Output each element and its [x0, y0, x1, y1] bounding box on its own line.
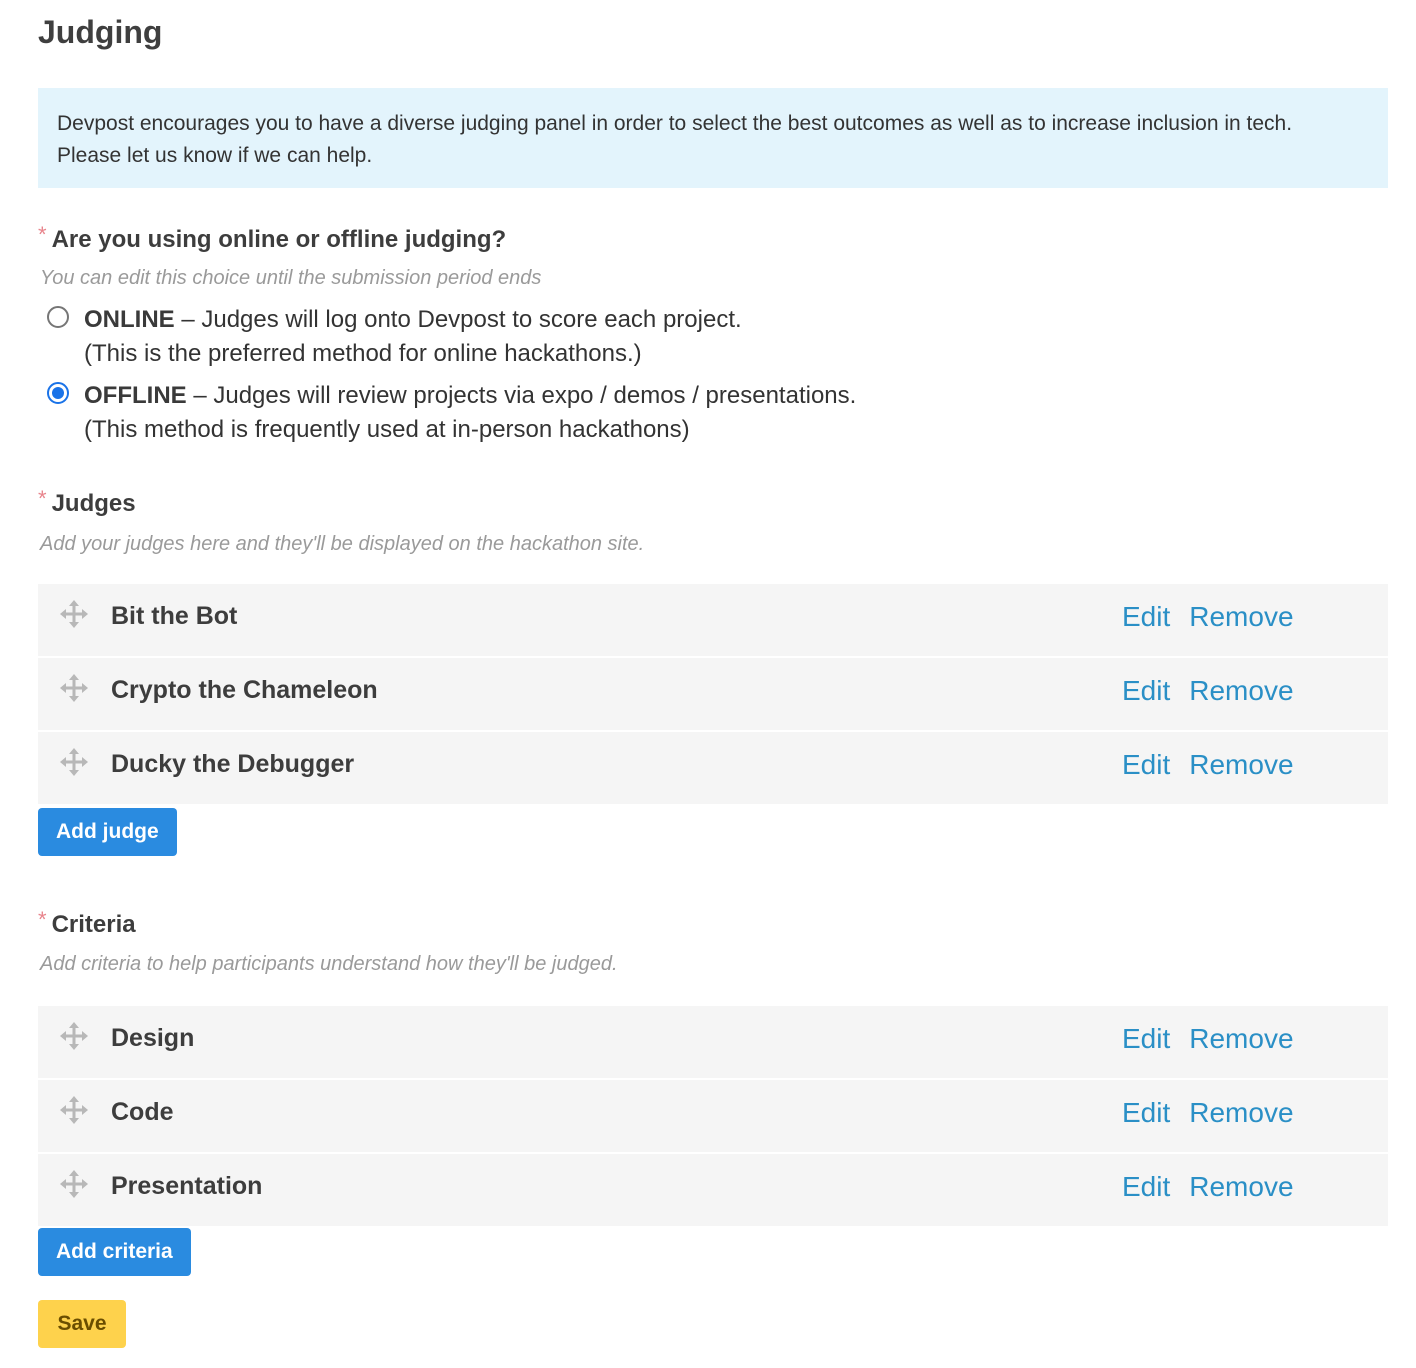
- edit-judge-link[interactable]: Edit: [1122, 675, 1170, 707]
- diversity-info-box: Devpost encourages you to have a diverse…: [38, 88, 1388, 188]
- add-criteria-button[interactable]: Add criteria: [38, 1228, 191, 1276]
- online-radio-button[interactable]: [47, 306, 69, 328]
- edit-criteria-link[interactable]: Edit: [1122, 1097, 1170, 1129]
- offline-option-desc: – Judges will review projects via expo /…: [186, 382, 857, 409]
- criteria-row: Code Edit Remove: [38, 1080, 1388, 1154]
- judge-name: Bit the Bot: [111, 602, 238, 630]
- info-text-line-2: Please let us know if we can help.: [57, 144, 373, 167]
- judge-row: Bit the Bot Edit Remove: [38, 584, 1388, 658]
- criteria-row: Presentation Edit Remove: [38, 1154, 1388, 1228]
- judge-row: Ducky the Debugger Edit Remove: [38, 732, 1388, 806]
- offline-option-name: OFFLINE: [84, 382, 187, 409]
- required-asterisk: *: [38, 907, 47, 932]
- judging-mode-hint: You can edit this choice until the submi…: [40, 267, 542, 289]
- edit-judge-link[interactable]: Edit: [1122, 749, 1170, 781]
- criteria-heading: Criteria: [51, 911, 136, 938]
- remove-judge-link[interactable]: Remove: [1189, 749, 1293, 781]
- judging-mode-label: * Are you using online or offline judgin…: [38, 222, 507, 254]
- judge-row: Crypto the Chameleon Edit Remove: [38, 658, 1388, 732]
- move-arrows-icon[interactable]: [60, 1170, 88, 1198]
- edit-criteria-link[interactable]: Edit: [1122, 1023, 1170, 1055]
- judges-heading: Judges: [51, 490, 136, 517]
- offline-radio-button[interactable]: [47, 382, 69, 404]
- remove-judge-link[interactable]: Remove: [1189, 675, 1293, 707]
- remove-criteria-link[interactable]: Remove: [1189, 1023, 1293, 1055]
- offline-option-note: (This method is frequently used at in-pe…: [84, 416, 690, 443]
- criteria-row: Design Edit Remove: [38, 1006, 1388, 1080]
- criteria-label: * Criteria: [38, 907, 136, 939]
- radio-option-offline[interactable]: OFFLINE – Judges will review projects vi…: [47, 379, 856, 447]
- judge-name: Crypto the Chameleon: [111, 676, 378, 704]
- edit-judge-link[interactable]: Edit: [1122, 601, 1170, 633]
- criteria-list: Design Edit Remove Code Edit Remove Presen…: [38, 1006, 1388, 1228]
- move-arrows-icon[interactable]: [60, 748, 88, 776]
- criteria-hint: Add criteria to help participants unders…: [40, 953, 618, 975]
- radio-option-online[interactable]: ONLINE – Judges will log onto Devpost to…: [47, 303, 742, 371]
- judging-mode-question: Are you using online or offline judging?: [51, 226, 507, 253]
- judges-list: Bit the Bot Edit Remove Crypto the Chamel…: [38, 584, 1388, 806]
- move-arrows-icon[interactable]: [60, 1096, 88, 1124]
- judges-label: * Judges: [38, 486, 136, 518]
- online-option-note: (This is the preferred method for online…: [84, 340, 642, 367]
- required-asterisk: *: [38, 486, 47, 511]
- remove-judge-link[interactable]: Remove: [1189, 601, 1293, 633]
- remove-criteria-link[interactable]: Remove: [1189, 1171, 1293, 1203]
- online-option-text: ONLINE – Judges will log onto Devpost to…: [84, 303, 742, 371]
- offline-option-text: OFFLINE – Judges will review projects vi…: [84, 379, 856, 447]
- page-title: Judging: [38, 14, 163, 50]
- add-judge-button[interactable]: Add judge: [38, 808, 177, 856]
- judge-name: Ducky the Debugger: [111, 750, 355, 778]
- move-arrows-icon[interactable]: [60, 1022, 88, 1050]
- criteria-name: Design: [111, 1024, 195, 1052]
- save-button[interactable]: Save: [38, 1300, 126, 1348]
- criteria-name: Code: [111, 1098, 174, 1126]
- edit-criteria-link[interactable]: Edit: [1122, 1171, 1170, 1203]
- info-text-line-1: Devpost encourages you to have a diverse…: [57, 112, 1293, 135]
- online-option-desc: – Judges will log onto Devpost to score …: [174, 306, 742, 333]
- move-arrows-icon[interactable]: [60, 674, 88, 702]
- online-option-name: ONLINE: [84, 306, 175, 333]
- remove-criteria-link[interactable]: Remove: [1189, 1097, 1293, 1129]
- judges-hint: Add your judges here and they'll be disp…: [40, 533, 645, 555]
- move-arrows-icon[interactable]: [60, 600, 88, 628]
- criteria-name: Presentation: [111, 1172, 263, 1200]
- required-asterisk: *: [38, 222, 47, 247]
